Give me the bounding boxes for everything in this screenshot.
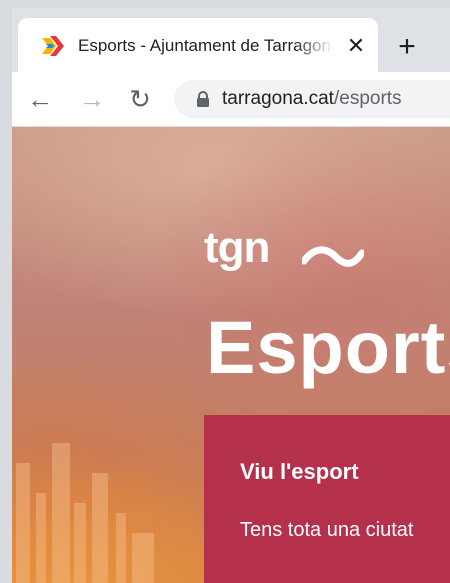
close-icon[interactable]: ✕ (342, 32, 370, 60)
page-hero: tgn Esports Viu l'esport Tens tota una c… (12, 127, 450, 583)
back-arrow-icon[interactable]: ← (24, 83, 56, 115)
logo-swoosh (302, 246, 364, 267)
promo-card: Viu l'esport Tens tota una ciutat (204, 415, 450, 583)
url-text: tarragona.cat/esports (222, 86, 402, 112)
brand-logo[interactable]: tgn (204, 223, 270, 273)
url-path: /esports (333, 88, 402, 109)
tab-esports[interactable]: Esports - Ajuntament de Tarragona ✕ (18, 18, 378, 72)
tab-title: Esports - Ajuntament de Tarragona (78, 34, 334, 58)
screen-frame: Esports - Ajuntament de Tarragona ✕ + ← … (0, 0, 450, 583)
browser-window: Esports - Ajuntament de Tarragona ✕ + ← … (12, 8, 450, 583)
tarragona-favicon-icon (42, 36, 64, 56)
card-text: Tens tota una ciutat (240, 519, 414, 541)
card-title: Viu l'esport (240, 459, 359, 484)
tab-title-fade (294, 34, 334, 58)
forward-arrow-icon[interactable]: → (76, 83, 108, 115)
reload-icon[interactable]: ↻ (124, 83, 156, 115)
browser-toolbar: ← → ↻ tarragona.cat/esports (12, 72, 450, 127)
page-title: Esports (206, 306, 450, 389)
address-bar[interactable]: tarragona.cat/esports (174, 80, 450, 118)
tab-strip: Esports - Ajuntament de Tarragona ✕ + (12, 8, 450, 72)
url-domain: tarragona.cat (222, 88, 334, 109)
new-tab-icon[interactable]: + (392, 32, 422, 62)
lock-icon (197, 91, 209, 107)
city-silhouette (16, 443, 154, 583)
